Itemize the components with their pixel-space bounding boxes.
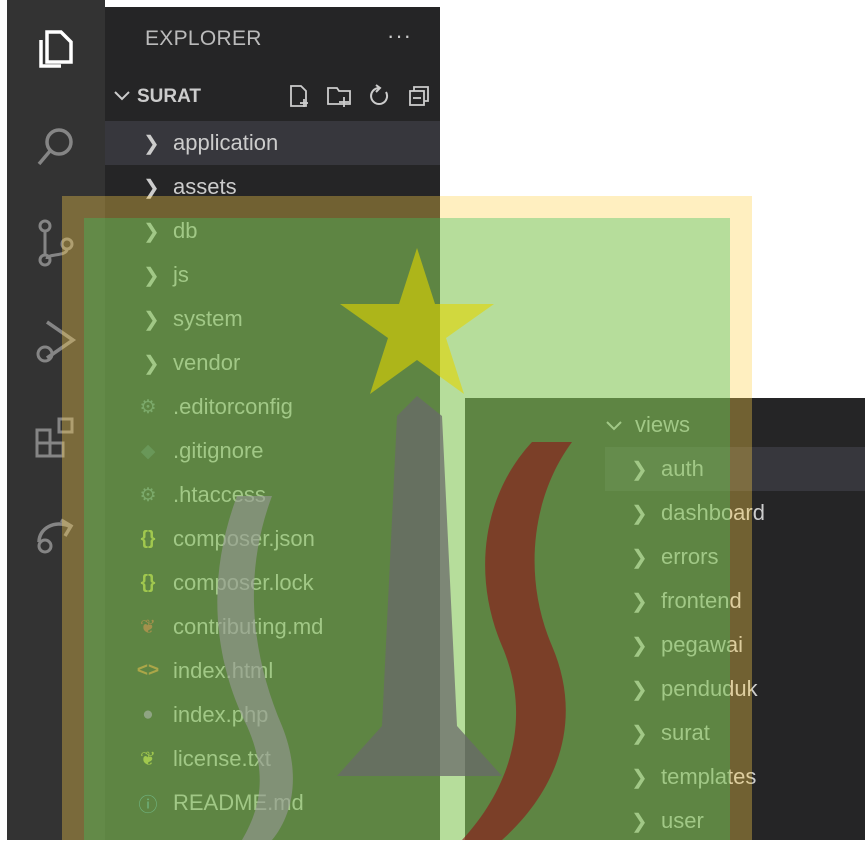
ribbon-icon: ❦ bbox=[140, 616, 156, 638]
tree-item-surat[interactable]: ❯ surat bbox=[605, 711, 865, 755]
chevron-down-icon bbox=[113, 86, 131, 108]
tree-item-vendor[interactable]: ❯ vendor bbox=[105, 341, 440, 385]
run-debug-icon[interactable] bbox=[31, 316, 81, 366]
tree-item-htaccess[interactable]: ⚙ .htaccess bbox=[105, 473, 440, 517]
new-file-icon[interactable] bbox=[286, 83, 312, 109]
tree-item-composer-json[interactable]: {} composer.json bbox=[105, 517, 440, 561]
views-panel: views ❯ auth ❯ dashboard ❯ errors ❯ frontend… bbox=[465, 398, 865, 840]
explorer-icon[interactable] bbox=[31, 24, 81, 74]
tree-item-auth[interactable]: ❯ auth bbox=[605, 447, 865, 491]
chevron-right-icon: ❯ bbox=[631, 766, 648, 789]
tree-item-index-html[interactable]: <> index.html bbox=[105, 649, 440, 693]
tree-item-penduduk[interactable]: ❯ penduduk bbox=[605, 667, 865, 711]
tree-item-dashboard[interactable]: ❯ dashboard bbox=[605, 491, 865, 535]
explorer-sidebar: EXPLORER ··· SURAT ❯ application ❯ assets … bbox=[105, 7, 440, 840]
chevron-right-icon: ❯ bbox=[631, 458, 648, 481]
gear-icon: ⚙ bbox=[139, 396, 157, 418]
more-actions-button[interactable]: ··· bbox=[387, 23, 412, 49]
tree-item-system[interactable]: ❯ system bbox=[105, 297, 440, 341]
search-icon[interactable] bbox=[31, 122, 81, 172]
tree-item-readme[interactable]: ⓘ README.md bbox=[105, 781, 440, 825]
tree-item-assets[interactable]: ❯ assets bbox=[105, 165, 440, 209]
chevron-right-icon: ❯ bbox=[143, 220, 160, 243]
tree-item-user[interactable]: ❯ user bbox=[605, 799, 865, 843]
tree-item-composer-lock[interactable]: {} composer.lock bbox=[105, 561, 440, 605]
chevron-right-icon: ❯ bbox=[143, 352, 160, 375]
html-icon: <> bbox=[136, 660, 160, 681]
chevron-right-icon: ❯ bbox=[631, 634, 648, 657]
chevron-right-icon: ❯ bbox=[631, 678, 648, 701]
tree-item-frontend[interactable]: ❯ frontend bbox=[605, 579, 865, 623]
php-icon: ● bbox=[142, 704, 154, 725]
activity-bar bbox=[7, 96, 105, 840]
chevron-right-icon: ❯ bbox=[143, 132, 160, 155]
tree-item-js[interactable]: ❯ js bbox=[105, 253, 440, 297]
tree-item-templates[interactable]: ❯ templates bbox=[605, 755, 865, 799]
gear-icon: ⚙ bbox=[139, 484, 157, 506]
tree-item-pegawai[interactable]: ❯ pegawai bbox=[605, 623, 865, 667]
tree-item-application[interactable]: ❯ application bbox=[105, 121, 440, 165]
chevron-right-icon: ❯ bbox=[631, 546, 648, 569]
license-icon: ❦ bbox=[140, 748, 156, 770]
extensions-icon[interactable] bbox=[31, 412, 81, 462]
section-title: SURAT bbox=[137, 86, 202, 107]
tree-item-errors[interactable]: ❯ errors bbox=[605, 535, 865, 579]
section-header-surat[interactable]: SURAT bbox=[105, 77, 440, 117]
chevron-right-icon: ❯ bbox=[631, 502, 648, 525]
refresh-icon[interactable] bbox=[366, 83, 392, 109]
source-control-icon[interactable] bbox=[31, 218, 81, 268]
chevron-right-icon: ❯ bbox=[631, 810, 648, 833]
tree-item-views[interactable]: views bbox=[605, 403, 865, 447]
tree-item-db[interactable]: ❯ db bbox=[105, 209, 440, 253]
tree-item-gitignore[interactable]: ◆ .gitignore bbox=[105, 429, 440, 473]
tree-item-editorconfig[interactable]: ⚙ .editorconfig bbox=[105, 385, 440, 429]
tree-item-license[interactable]: ❦ license.txt bbox=[105, 737, 440, 781]
chevron-right-icon: ❯ bbox=[143, 308, 160, 331]
git-icon: ◆ bbox=[140, 440, 156, 462]
tree-item-contributing[interactable]: ❦ contributing.md bbox=[105, 605, 440, 649]
chevron-right-icon: ❯ bbox=[143, 264, 160, 287]
chevron-right-icon: ❯ bbox=[143, 176, 160, 199]
json-icon: {} bbox=[140, 572, 156, 593]
chevron-right-icon: ❯ bbox=[631, 590, 648, 613]
json-icon: {} bbox=[140, 528, 156, 549]
explorer-title: EXPLORER bbox=[145, 27, 262, 50]
info-icon: ⓘ bbox=[138, 794, 158, 816]
collapse-all-icon[interactable] bbox=[406, 83, 432, 109]
tree-item-index-php[interactable]: ● index.php bbox=[105, 693, 440, 737]
chevron-down-icon bbox=[605, 412, 627, 438]
remote-icon[interactable] bbox=[31, 510, 81, 560]
file-tree: ❯ application ❯ assets ❯ db ❯ js ❯ system ❯ ve… bbox=[105, 121, 440, 825]
chevron-right-icon: ❯ bbox=[631, 722, 648, 745]
new-folder-icon[interactable] bbox=[326, 83, 352, 109]
